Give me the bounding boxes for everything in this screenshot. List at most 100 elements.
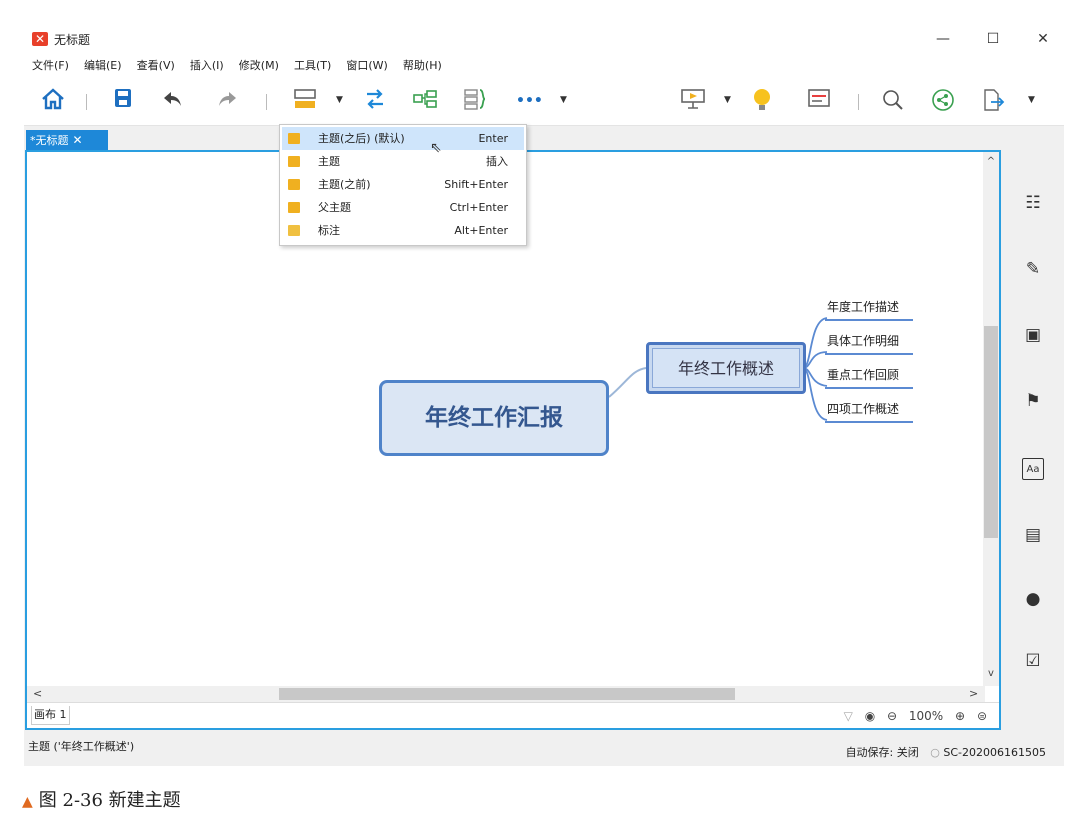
- zoom-out-icon[interactable]: ⊖: [887, 709, 897, 723]
- outliner-icon[interactable]: [806, 88, 832, 114]
- topic-before-icon: [288, 179, 300, 190]
- horizontal-scrollbar[interactable]: < >: [27, 686, 985, 702]
- home-icon[interactable]: [40, 88, 66, 114]
- vertical-scroll-thumb[interactable]: [984, 326, 998, 538]
- status-right: 自动保存: 关闭 ○ SC-202006161505: [846, 744, 1046, 760]
- status-bar: 主题 ('年终工作概述') 自动保存: 关闭 ○ SC-202006161505: [24, 730, 1064, 766]
- menu-item-shortcut: Alt+Enter: [454, 224, 508, 237]
- callout-icon: [288, 225, 300, 236]
- save-icon[interactable]: [112, 88, 134, 114]
- topic-after-icon: [288, 133, 300, 144]
- menu-item-topic-after[interactable]: 主题(之后) (默认) Enter ⇖: [282, 127, 524, 156]
- scroll-up-icon[interactable]: ^: [983, 156, 999, 167]
- chevron-down-icon[interactable]: ▼: [336, 92, 343, 108]
- subtopic[interactable]: 重点工作回顾: [825, 366, 914, 389]
- relationship-icon[interactable]: [362, 88, 388, 114]
- status-selection: 主题 ('年终工作概述'): [28, 740, 135, 753]
- filter-icon[interactable]: ▽: [844, 709, 853, 723]
- right-panel: ☷ ✎ ▣ ⚑ Aa ▤ ● ☑: [1002, 150, 1064, 730]
- scroll-left-icon[interactable]: <: [33, 686, 42, 702]
- xmind-logo-icon: ✕: [32, 32, 48, 46]
- presentation-icon[interactable]: [680, 88, 706, 114]
- central-topic[interactable]: 年终工作汇报: [379, 380, 609, 456]
- search-icon[interactable]: [880, 88, 906, 114]
- format-brush-icon[interactable]: ✎: [1022, 258, 1044, 280]
- figure-caption: ▲ 图 2-36 新建主题: [22, 786, 181, 812]
- title-bar: ✕ 无标题 — ☐ ✕: [24, 24, 1064, 54]
- menu-item-parent-topic[interactable]: 父主题 Ctrl+Enter: [282, 196, 524, 219]
- toolbar-divider: [86, 94, 87, 110]
- more-icon[interactable]: •••: [516, 88, 543, 114]
- menu-item-callout[interactable]: 标注 Alt+Enter: [282, 219, 524, 242]
- main-topic-label: 年终工作概述: [652, 348, 800, 388]
- app-window: ✕ 无标题 — ☐ ✕ 文件(F) 编辑(E) 查看(V) 插入(I) 修改(M…: [24, 24, 1064, 766]
- flag-icon[interactable]: ⚑: [1022, 390, 1044, 412]
- main-topic[interactable]: 年终工作概述: [646, 342, 806, 394]
- comment-icon[interactable]: ●: [1022, 588, 1044, 610]
- canvas-status-strip: 画布 1 ▽ ◉ ⊖ 100% ⊕ ⊜: [27, 702, 999, 728]
- window-title: 无标题: [54, 33, 91, 47]
- chevron-down-icon[interactable]: ▼: [560, 92, 567, 108]
- menu-item-label: 标注: [318, 224, 340, 237]
- scroll-down-icon[interactable]: v: [983, 668, 999, 679]
- menu-view[interactable]: 查看(V): [135, 55, 177, 77]
- notes-icon[interactable]: ▤: [1022, 524, 1044, 546]
- scroll-right-icon[interactable]: >: [969, 686, 978, 702]
- redo-icon[interactable]: [216, 88, 238, 114]
- image-icon[interactable]: ▣: [1022, 324, 1044, 346]
- menu-insert[interactable]: 插入(I): [188, 55, 226, 77]
- insert-topic-dropdown: 主题(之后) (默认) Enter ⇖ 主题 插入 主题(之前) Shift+E…: [279, 124, 527, 246]
- vertical-scrollbar[interactable]: ^ v: [983, 152, 999, 686]
- menu-item-subtopic[interactable]: 主题 插入: [282, 150, 524, 173]
- menu-tools[interactable]: 工具(T): [292, 55, 333, 77]
- device-dot-icon: ○: [930, 746, 940, 759]
- menu-help[interactable]: 帮助(H): [401, 55, 444, 77]
- chevron-down-icon[interactable]: ▼: [724, 92, 731, 108]
- device-name: SC-202006161505: [943, 746, 1046, 759]
- caption-text: 图 2-36 新建主题: [38, 790, 181, 811]
- summary-structure-icon[interactable]: [412, 88, 438, 114]
- subtopic[interactable]: 具体工作明细: [825, 332, 914, 355]
- undo-icon[interactable]: [162, 88, 184, 114]
- boundary-icon[interactable]: [462, 88, 488, 114]
- menu-bar: 文件(F) 编辑(E) 查看(V) 插入(I) 修改(M) 工具(T) 窗口(W…: [24, 54, 1064, 76]
- horizontal-scroll-thumb[interactable]: [279, 688, 735, 700]
- menu-file[interactable]: 文件(F): [30, 55, 71, 77]
- autosave-status[interactable]: 自动保存: 关闭: [846, 746, 919, 759]
- zoom-bar: ▽ ◉ ⊖ 100% ⊕ ⊜: [836, 706, 987, 726]
- subtopic[interactable]: 年度工作描述: [825, 298, 914, 321]
- maximize-button[interactable]: ☐: [978, 28, 1008, 50]
- menu-item-shortcut: Enter: [478, 132, 508, 145]
- tab-strip: *无标题 ✕: [24, 126, 1064, 150]
- text-style-icon[interactable]: Aa: [1022, 458, 1044, 480]
- minimize-button[interactable]: —: [928, 28, 958, 50]
- zoom-level: 100%: [908, 709, 944, 723]
- menu-edit[interactable]: 编辑(E): [82, 55, 124, 77]
- menu-item-shortcut: 插入: [486, 155, 508, 168]
- subtopic[interactable]: 四项工作概述: [825, 400, 914, 423]
- tab-close-icon[interactable]: ✕: [73, 133, 83, 147]
- triangle-icon: ▲: [22, 794, 33, 810]
- chevron-down-icon[interactable]: ▼: [1028, 92, 1035, 108]
- eye-icon[interactable]: ◉: [865, 709, 875, 723]
- menu-item-shortcut: Ctrl+Enter: [449, 201, 508, 214]
- menu-window[interactable]: 窗口(W): [344, 55, 389, 77]
- menu-modify[interactable]: 修改(M): [237, 55, 281, 77]
- fit-icon[interactable]: ⊜: [977, 709, 987, 723]
- menu-item-shortcut: Shift+Enter: [444, 178, 508, 191]
- parent-topic-icon: [288, 202, 300, 213]
- task-icon[interactable]: ☑: [1022, 650, 1044, 672]
- share-icon[interactable]: [930, 88, 956, 114]
- outline-icon[interactable]: ☷: [1022, 192, 1044, 214]
- menu-item-label: 主题(之前): [318, 178, 371, 191]
- close-window-button[interactable]: ✕: [1028, 28, 1058, 50]
- export-icon[interactable]: [980, 88, 1006, 114]
- sheet-tab[interactable]: 画布 1: [31, 706, 70, 725]
- zoom-in-icon[interactable]: ⊕: [955, 709, 965, 723]
- idea-icon[interactable]: [750, 88, 774, 114]
- tab-label: *无标题: [30, 134, 69, 147]
- menu-item-topic-before[interactable]: 主题(之前) Shift+Enter: [282, 173, 524, 196]
- menu-item-label: 主题(之后) (默认): [318, 132, 405, 145]
- topic-icon[interactable]: [292, 88, 318, 114]
- tab-untitled[interactable]: *无标题 ✕: [26, 130, 108, 150]
